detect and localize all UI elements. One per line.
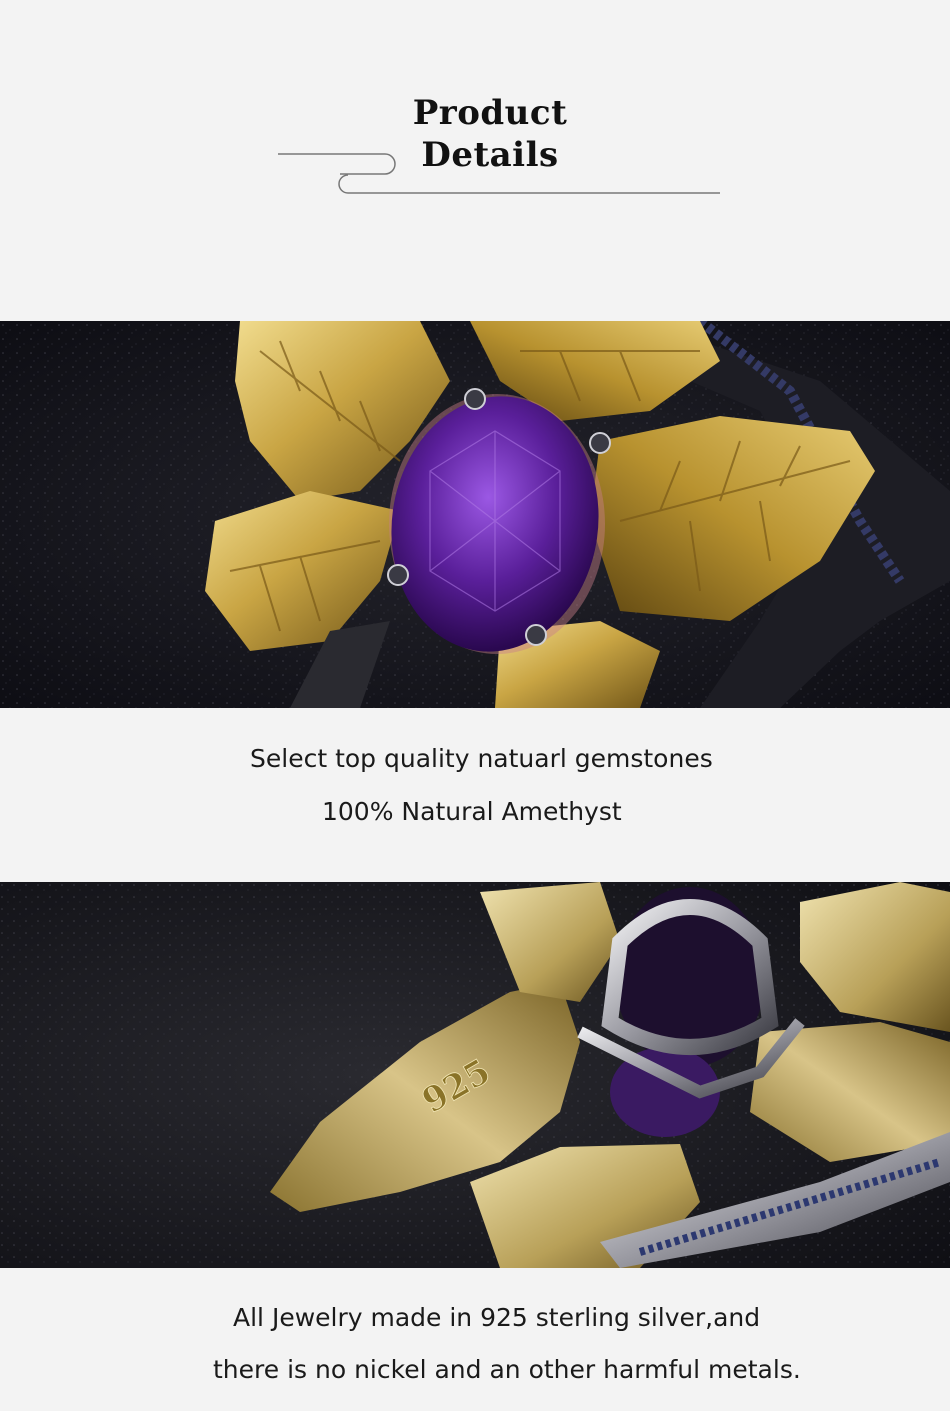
caption-section-gemstone: Select top quality natuarl gemstones 100… [0, 708, 950, 882]
title-line-1: Product [412, 93, 568, 133]
ring-back-illustration: 925 [0, 882, 950, 1268]
caption-section-silver: All Jewelry made in 925 sterling silver,… [0, 1268, 950, 1411]
caption-line-silver: All Jewelry made in 925 sterling silver,… [233, 1303, 761, 1332]
caption-line-gemstone: Select top quality natuarl gemstones [250, 744, 713, 773]
caption-line-nickel: there is no nickel and an other harmful … [213, 1355, 801, 1384]
caption-line-amethyst: 100% Natural Amethyst [322, 797, 622, 826]
header-section: Product Details [0, 0, 950, 321]
product-photo-amethyst [0, 321, 950, 708]
wave-line-icon [278, 153, 720, 194]
product-photo-925-stamp: 925 [0, 882, 950, 1268]
amethyst-ring-illustration [0, 321, 950, 708]
